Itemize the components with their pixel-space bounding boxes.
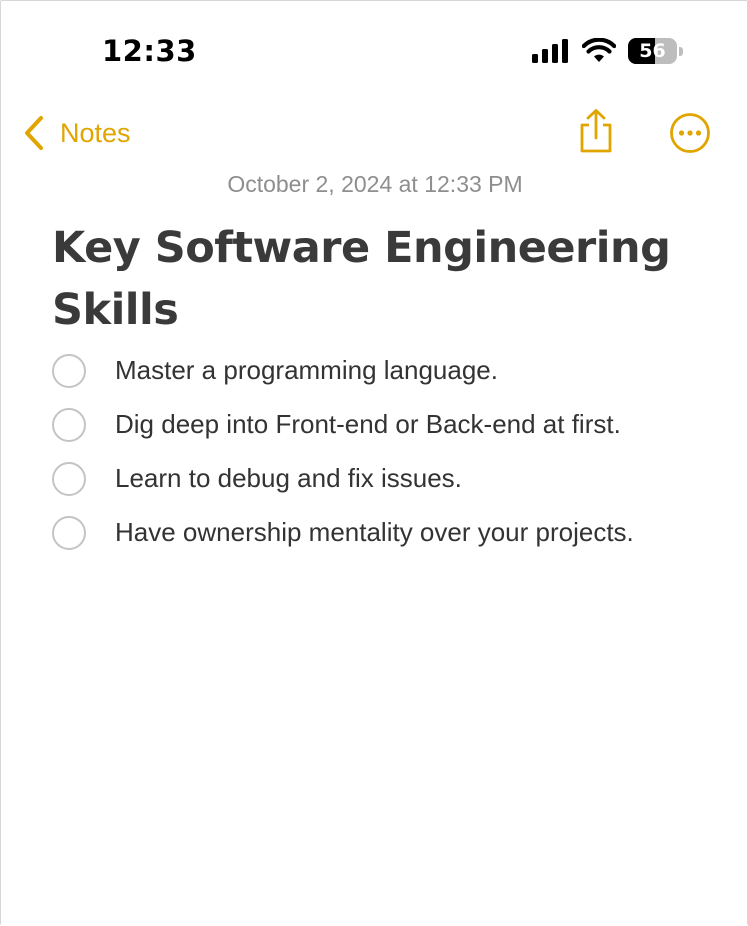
note-title[interactable]: Key Software Engineering Skills — [52, 217, 692, 341]
chevron-left-icon — [25, 116, 43, 150]
battery-icon: 56 — [628, 38, 684, 64]
checklist-item-text[interactable]: Learn to debug and fix issues. — [115, 459, 675, 497]
battery-body: 56 — [628, 38, 677, 64]
wifi-icon — [582, 38, 616, 62]
back-button[interactable]: Notes — [23, 113, 131, 153]
note-date: October 2, 2024 at 12:33 PM — [227, 171, 523, 197]
notes-screen: 12:33 56 Notes October 2, 2024 at 12:33 … — [0, 0, 748, 925]
more-icon[interactable] — [669, 112, 711, 154]
checkbox-circle[interactable] — [52, 516, 86, 550]
checklist-item-text[interactable]: Dig deep into Front-end or Back-end at f… — [115, 405, 675, 443]
status-bar: 12:33 56 — [1, 1, 748, 101]
checklist-item-text[interactable]: Master a programming language. — [115, 351, 675, 389]
checklist-item: Learn to debug and fix issues. — [52, 459, 712, 497]
checklist-item: Master a programming language. — [52, 351, 712, 389]
checkbox-circle[interactable] — [52, 354, 86, 388]
battery-tip — [679, 47, 683, 56]
checkbox-circle[interactable] — [52, 462, 86, 496]
back-label: Notes — [60, 117, 131, 148]
status-time: 12:33 — [102, 34, 197, 68]
checklist-item: Dig deep into Front-end or Back-end at f… — [52, 405, 712, 443]
checkbox-circle[interactable] — [52, 408, 86, 442]
share-icon[interactable] — [576, 108, 616, 154]
signal-icon — [532, 39, 568, 63]
checklist-item-text[interactable]: Have ownership mentality over your proje… — [115, 513, 675, 551]
checklist-item: Have ownership mentality over your proje… — [52, 513, 712, 551]
checklist: Master a programming language. Dig deep … — [52, 351, 712, 567]
battery-level: 56 — [639, 40, 666, 62]
